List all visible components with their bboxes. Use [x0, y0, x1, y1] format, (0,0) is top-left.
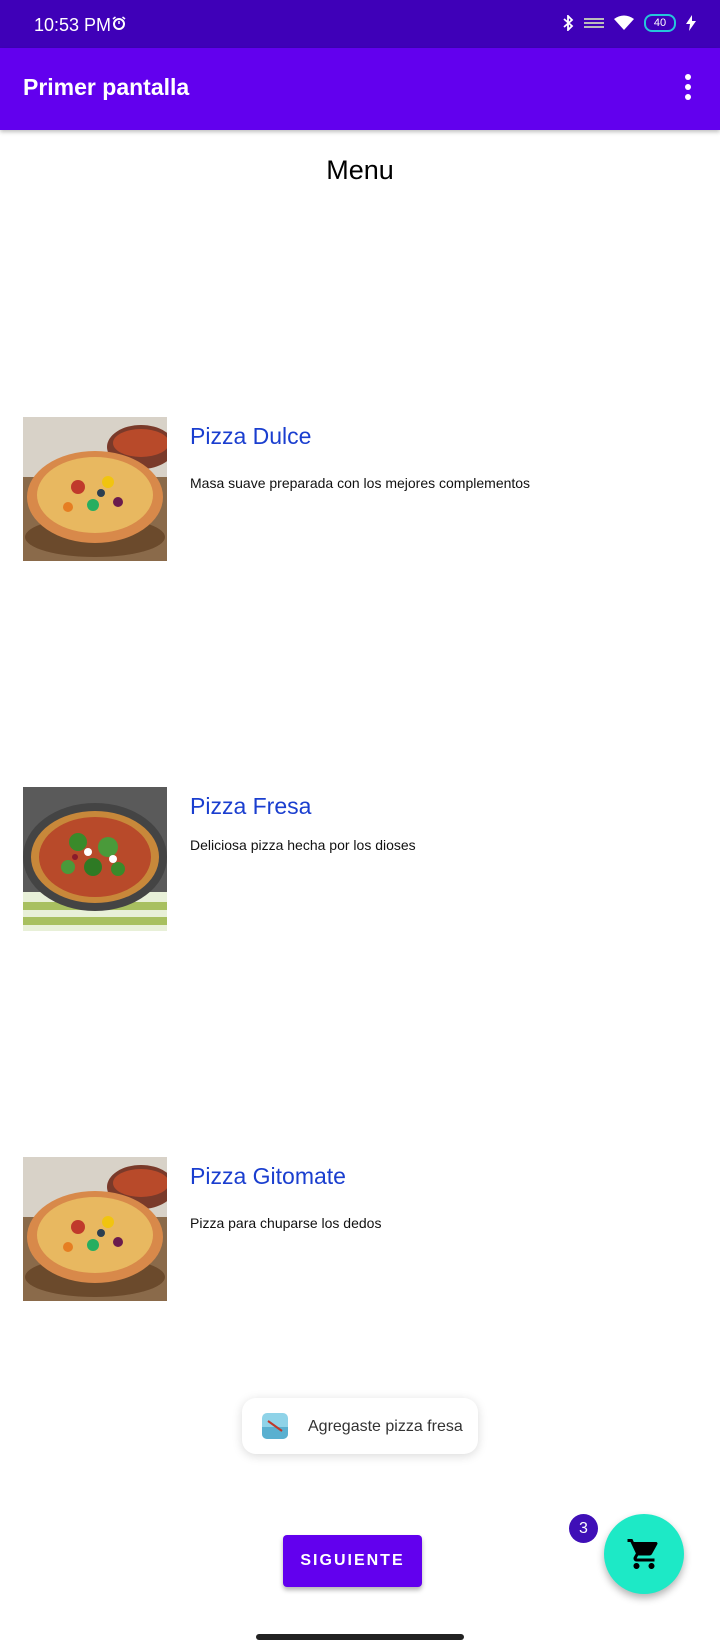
home-indicator[interactable] [256, 1634, 464, 1640]
product-description: Pizza para chuparse los dedos [190, 1215, 382, 1231]
bluetooth-icon [563, 15, 574, 31]
product-item[interactable]: Pizza Fresa Deliciosa pizza hecha por lo… [23, 787, 703, 933]
app-title: Primer pantalla [23, 74, 190, 100]
cart-button[interactable] [604, 1514, 684, 1594]
pizza-veggie-image [23, 1157, 167, 1301]
product-description: Deliciosa pizza hecha por los dioses [190, 837, 416, 853]
pizza-arugula-image [23, 787, 167, 931]
product-item[interactable]: Pizza Dulce Masa suave preparada con los… [23, 417, 703, 563]
charging-icon [686, 15, 696, 31]
alarm-icon [112, 16, 126, 30]
cart-badge: 3 [569, 1514, 598, 1543]
product-name: Pizza Gitomate [190, 1163, 346, 1189]
wifi-icon [614, 15, 634, 30]
pizza-veggie-image [23, 417, 167, 561]
product-description: Masa suave preparada con los mejores com… [190, 475, 531, 491]
screen: 10:53 PM 40 Primer pantalla Menu Pizza D… [0, 0, 720, 1650]
status-icons: 40 [562, 14, 696, 32]
signal-icon [584, 18, 604, 28]
product-item[interactable]: Pizza Gitomate Pizza para chuparse los d… [23, 1157, 703, 1303]
toast-text: Agregaste pizza fresa [308, 1418, 463, 1435]
shopping-cart-icon [627, 1539, 658, 1569]
battery-icon: 40 [644, 14, 676, 32]
app-bar: Primer pantalla [0, 48, 720, 130]
product-name: Pizza Fresa [190, 793, 312, 819]
status-bar: 10:53 PM 40 [0, 0, 720, 48]
overflow-menu-icon[interactable] [676, 74, 700, 104]
status-time: 10:53 PM [34, 15, 112, 35]
product-name: Pizza Dulce [190, 423, 312, 449]
toast-message: Agregaste pizza fresa [242, 1398, 478, 1454]
next-button[interactable]: SIGUIENTE [283, 1535, 422, 1587]
app-icon [262, 1413, 288, 1439]
page-title: Menu [326, 155, 394, 185]
